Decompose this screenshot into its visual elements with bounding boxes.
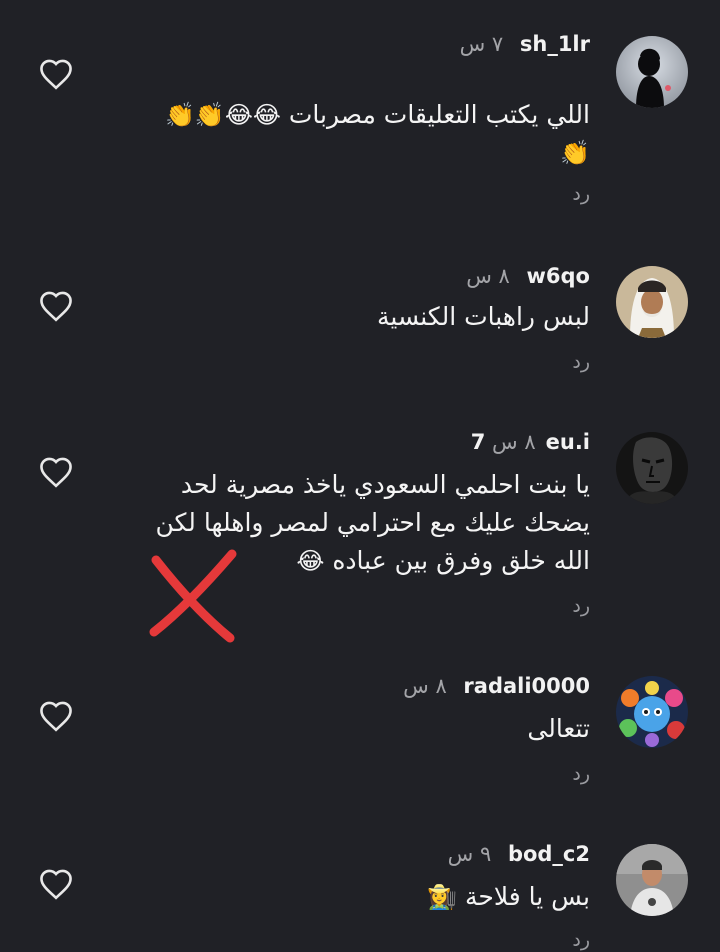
reply-button[interactable]: رد <box>572 350 590 374</box>
cartoon-characters-avatar <box>616 676 688 748</box>
like-button[interactable] <box>38 700 74 732</box>
emoji-group: 😂 <box>296 547 325 575</box>
comment-time: ٧ س <box>459 32 504 56</box>
reply-button[interactable]: رد <box>572 762 590 786</box>
red-x-mark-icon <box>149 549 237 643</box>
like-button[interactable] <box>38 58 74 90</box>
comment-meta: ٨ س radali0000 <box>403 672 590 700</box>
comment-text-content: لبس راهبات الكنسية <box>377 302 590 331</box>
avatar[interactable] <box>616 676 688 748</box>
comment-text-content: اللي يكتب التعليقات مصربات <box>288 100 590 129</box>
comment-meta: ٩ س bod_c2 <box>448 840 590 868</box>
avatar[interactable] <box>616 266 688 338</box>
reply-button[interactable]: رد <box>572 594 590 618</box>
avatar[interactable] <box>616 844 688 916</box>
woman-silhouette-avatar <box>616 36 688 108</box>
person-photo-avatar <box>616 844 688 916</box>
like-button[interactable] <box>38 456 74 488</box>
heart-icon <box>40 457 72 488</box>
comment-username[interactable]: bod_c2 <box>508 842 590 866</box>
comment-meta: ٨ س 7eu.i <box>471 428 590 456</box>
avatar[interactable] <box>616 432 688 504</box>
emoji-group: 👩‍🌾 <box>427 883 458 911</box>
man-in-ghutra-avatar <box>616 266 688 338</box>
comment-meta: ٧ س sh_1lr <box>460 30 590 58</box>
comment-username[interactable]: sh_1lr <box>520 32 590 56</box>
reply-button[interactable]: رد <box>572 928 590 952</box>
comment-text: بس يا فلاحة 👩‍🌾 <box>140 878 590 916</box>
comment-username[interactable]: w6qo <box>527 264 590 288</box>
heart-icon <box>40 869 72 900</box>
comment-time: ٨ س <box>466 264 510 288</box>
avatar[interactable] <box>616 36 688 108</box>
heart-icon <box>40 59 72 90</box>
comment-username[interactable]: radali0000 <box>463 674 590 698</box>
like-button[interactable] <box>38 868 74 900</box>
comment-text: لبس راهبات الكنسية <box>140 298 590 336</box>
comment-text: اللي يكتب التعليقات مصربات 😂😂👏👏👏 <box>140 96 590 172</box>
like-button[interactable] <box>38 290 74 322</box>
comment-text: تتعالى <box>140 710 590 748</box>
comment-time: ٨ س <box>403 674 447 698</box>
comment-text-content: تتعالى <box>527 714 590 743</box>
comment-time: ٨ س <box>492 430 536 454</box>
comment-meta: ٨ س w6qo <box>466 262 590 290</box>
comment-text-content: بس يا فلاحة <box>464 882 590 911</box>
dark-statue-avatar <box>616 432 688 504</box>
reply-button[interactable]: رد <box>572 182 590 206</box>
comment-time: ٩ س <box>447 842 492 866</box>
heart-icon <box>40 701 72 732</box>
heart-icon <box>40 291 72 322</box>
